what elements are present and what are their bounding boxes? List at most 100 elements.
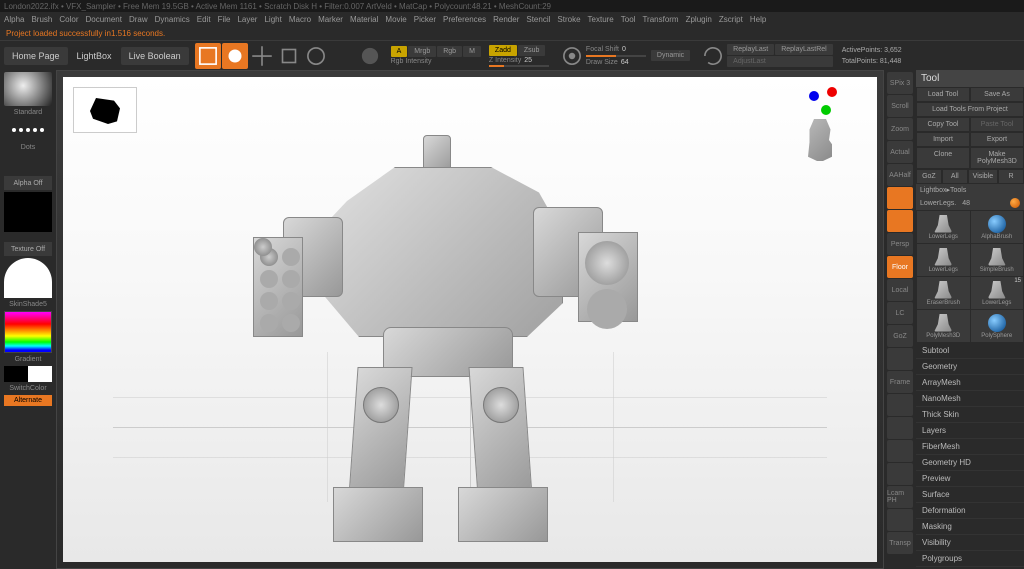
section-geometry-hd[interactable]: Geometry HD xyxy=(916,455,1024,471)
tool-export[interactable]: Export xyxy=(970,132,1024,147)
alternate-button[interactable]: Alternate xyxy=(4,395,52,406)
section-deformation[interactable]: Deformation xyxy=(916,503,1024,519)
menu-zscript[interactable]: Zscript xyxy=(719,15,743,24)
dynamic-button[interactable]: Dynamic xyxy=(651,50,690,61)
z-intensity-slider[interactable] xyxy=(489,65,549,67)
nav-btn-actual[interactable]: Actual xyxy=(887,141,913,163)
mech-model[interactable] xyxy=(223,117,663,557)
adjust-last[interactable]: AdjustLast xyxy=(727,56,833,67)
subtool-polysphere[interactable]: PolySphere xyxy=(971,310,1024,342)
menu-movie[interactable]: Movie xyxy=(385,15,406,24)
tool-all[interactable]: All xyxy=(942,169,968,184)
nav-btn-goz[interactable]: GoZ xyxy=(887,325,913,347)
brush-preview[interactable] xyxy=(4,72,52,106)
rotate-button[interactable] xyxy=(303,43,329,69)
texture-preview[interactable] xyxy=(4,258,52,298)
zadd-mode[interactable]: Zadd xyxy=(489,45,517,56)
axis-gizmo[interactable] xyxy=(809,87,837,115)
menu-alpha[interactable]: Alpha xyxy=(4,15,24,24)
menu-edit[interactable]: Edit xyxy=(197,15,211,24)
scale-button[interactable] xyxy=(276,43,302,69)
section-subtool[interactable]: Subtool xyxy=(916,343,1024,359)
nav-btn-icon-6[interactable] xyxy=(887,210,913,232)
tool-goz[interactable]: GoZ xyxy=(916,169,942,184)
menu-texture[interactable]: Texture xyxy=(588,15,614,24)
menu-picker[interactable]: Picker xyxy=(414,15,436,24)
stroke-preview[interactable] xyxy=(4,119,52,141)
edit-button[interactable] xyxy=(195,43,221,69)
tool-r[interactable]: R xyxy=(998,169,1024,184)
tool-save-as[interactable]: Save As xyxy=(970,87,1024,102)
nav-btn-icon-14[interactable] xyxy=(887,394,913,416)
dynamesh-button[interactable] xyxy=(357,43,383,69)
zsub-mode[interactable]: Zsub xyxy=(518,45,546,56)
menu-marker[interactable]: Marker xyxy=(318,15,343,24)
tool-load-tools-from-project[interactable]: Load Tools From Project xyxy=(916,102,1024,117)
menu-color[interactable]: Color xyxy=(59,15,78,24)
sculptris-button[interactable] xyxy=(330,43,356,69)
viewport[interactable] xyxy=(63,77,877,562)
section-nanomesh[interactable]: NanoMesh xyxy=(916,391,1024,407)
reference-thumbnail[interactable] xyxy=(73,87,137,133)
nav-btn-lc[interactable]: LC xyxy=(887,302,913,324)
subtool-lowerlegs[interactable]: LowerLegs15 xyxy=(971,277,1024,309)
nav-btn-icon-17[interactable] xyxy=(887,463,913,485)
tool-make-polymesh3d[interactable]: Make PolyMesh3D xyxy=(970,147,1024,169)
nav-btn-transp[interactable]: Transp xyxy=(887,532,913,554)
nav-btn-icon-16[interactable] xyxy=(887,440,913,462)
a-mode[interactable]: A xyxy=(391,46,408,57)
section-geometry[interactable]: Geometry xyxy=(916,359,1024,375)
nav-btn-frame[interactable]: Frame xyxy=(887,371,913,393)
camera-head-reference[interactable] xyxy=(805,119,835,161)
menu-file[interactable]: File xyxy=(218,15,231,24)
color-picker[interactable] xyxy=(4,311,52,353)
subtool-polymesh3d[interactable]: PolyMesh3D xyxy=(917,310,970,342)
subtool-alphabrush[interactable]: AlphaBrush xyxy=(971,211,1024,243)
tool-visible[interactable]: Visible xyxy=(968,169,999,184)
draw-button[interactable] xyxy=(222,43,248,69)
alpha-off-button[interactable]: Alpha Off xyxy=(4,176,52,190)
menu-stroke[interactable]: Stroke xyxy=(557,15,580,24)
section-fibermesh[interactable]: FiberMesh xyxy=(916,439,1024,455)
menu-draw[interactable]: Draw xyxy=(129,15,148,24)
nav-btn-icon-12[interactable] xyxy=(887,348,913,370)
nav-btn-icon-15[interactable] xyxy=(887,417,913,439)
tool-paste-tool[interactable]: Paste Tool xyxy=(970,117,1024,132)
menu-preferences[interactable]: Preferences xyxy=(443,15,486,24)
menu-stencil[interactable]: Stencil xyxy=(526,15,550,24)
tab-lightbox[interactable]: LightBox xyxy=(69,47,120,65)
nav-btn-aahalf[interactable]: AAHalf xyxy=(887,164,913,186)
section-polygroups[interactable]: Polygroups xyxy=(916,551,1024,567)
nav-btn-icon-19[interactable] xyxy=(887,509,913,531)
section-visibility[interactable]: Visibility xyxy=(916,535,1024,551)
texture-off-button[interactable]: Texture Off xyxy=(4,242,52,256)
subtool-eraserbrush[interactable]: EraserBrush xyxy=(917,277,970,309)
tool-copy-tool[interactable]: Copy Tool xyxy=(916,117,970,132)
nav-btn-icon-5[interactable] xyxy=(887,187,913,209)
replay-last[interactable]: ReplayLast xyxy=(727,44,774,55)
subtool-lowerlegs[interactable]: LowerLegs xyxy=(917,211,970,243)
tool-import[interactable]: Import xyxy=(916,132,970,147)
section-layers[interactable]: Layers xyxy=(916,423,1024,439)
nav-btn-persp[interactable]: Persp xyxy=(887,233,913,255)
alpha-preview[interactable] xyxy=(4,192,52,232)
tab-liveboolean[interactable]: Live Boolean xyxy=(121,47,189,65)
section-arraymesh[interactable]: ArrayMesh xyxy=(916,375,1024,391)
menu-render[interactable]: Render xyxy=(493,15,519,24)
nav-btn-scroll[interactable]: Scroll xyxy=(887,95,913,117)
menu-layer[interactable]: Layer xyxy=(237,15,257,24)
menu-zplugin[interactable]: Zplugin xyxy=(686,15,712,24)
m-mode[interactable]: M xyxy=(463,46,481,57)
move-button[interactable] xyxy=(249,43,275,69)
mrgb-mode[interactable]: Mrgb xyxy=(408,46,436,57)
tab-home[interactable]: Home Page xyxy=(4,47,68,65)
menu-tool[interactable]: Tool xyxy=(621,15,636,24)
menu-material[interactable]: Material xyxy=(350,15,378,24)
replay-last-rel[interactable]: ReplayLastRel xyxy=(775,44,833,55)
section-masking[interactable]: Masking xyxy=(916,519,1024,535)
menu-macro[interactable]: Macro xyxy=(289,15,311,24)
nav-btn-lcam-ph[interactable]: Lcam PH xyxy=(887,486,913,508)
lightbox-tools-row[interactable]: Lightbox▸Tools xyxy=(916,184,1024,196)
nav-btn-zoom[interactable]: Zoom xyxy=(887,118,913,140)
active-tool-row[interactable]: LowerLegs. 48 xyxy=(916,196,1024,210)
